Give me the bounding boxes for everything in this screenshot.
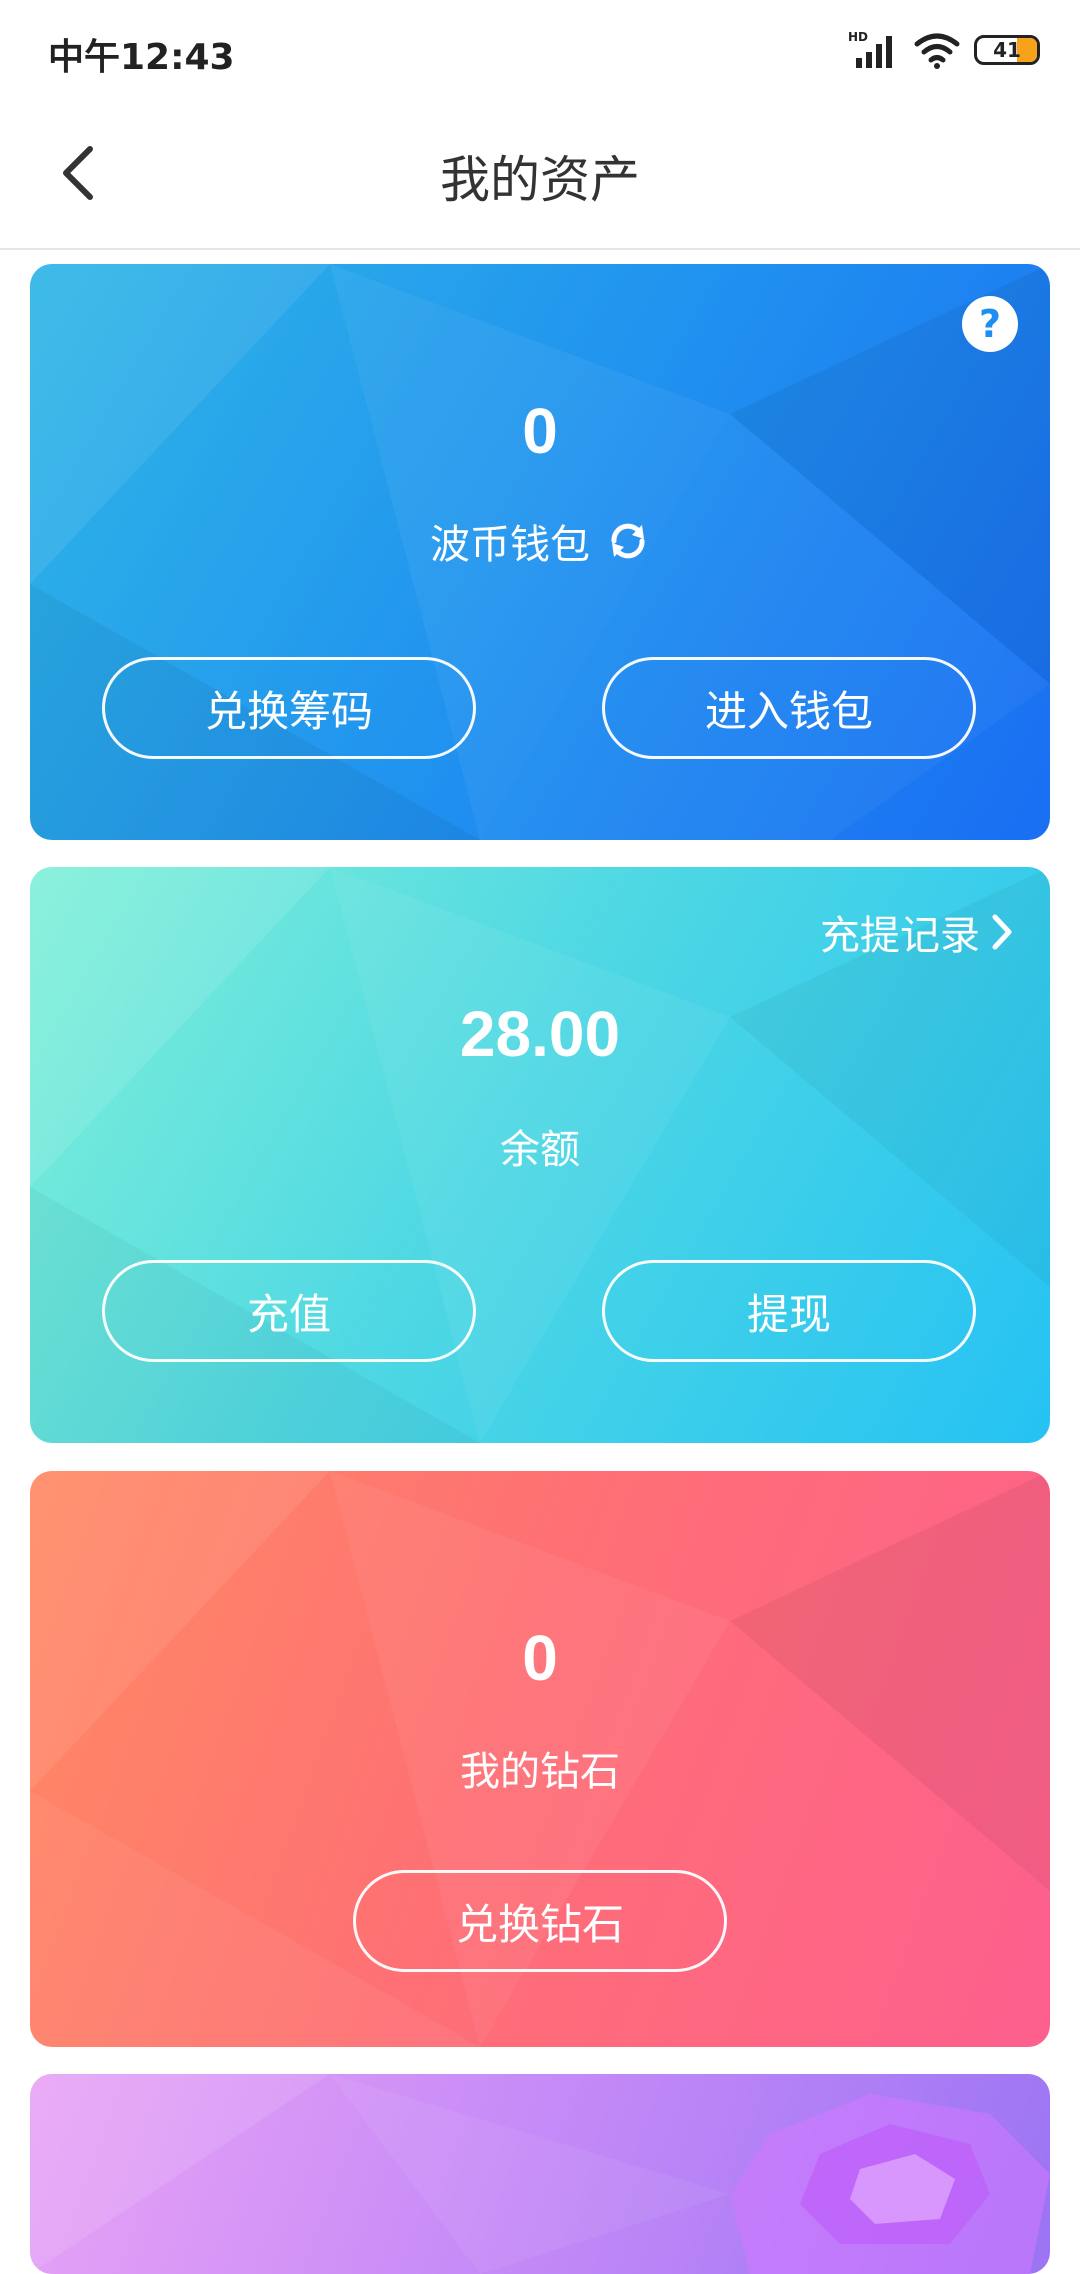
battery-level: 41 xyxy=(993,38,1021,62)
wifi-icon xyxy=(914,33,960,69)
status-icons: HD 41 xyxy=(848,28,1040,72)
wallet-label-row: 波币钱包 xyxy=(30,512,1050,570)
records-link-label: 充提记录 xyxy=(820,913,980,959)
navigation-header: 我的资产 xyxy=(0,100,1080,250)
diamond-card: 0 我的钻石 兑换钻石 xyxy=(30,1471,1050,2047)
wallet-label: 波币钱包 xyxy=(430,522,590,568)
wallet-card: ? 0 波币钱包 兑换筹码 进入钱包 xyxy=(30,264,1050,840)
chevron-right-icon xyxy=(992,914,1012,950)
help-icon[interactable]: ? xyxy=(962,296,1018,352)
page-title: 我的资产 xyxy=(440,151,640,209)
withdraw-button[interactable]: 提现 xyxy=(602,1260,976,1362)
diamond-label: 我的钻石 xyxy=(460,1749,620,1795)
gem-icon xyxy=(730,2094,1050,2274)
exchange-chips-button[interactable]: 兑换筹码 xyxy=(102,657,476,759)
signal-icon: HD xyxy=(848,30,892,68)
status-bar: 中午12:43 HD 41 xyxy=(0,0,1080,100)
balance-card: 充提记录 28.00 余额 充值 提现 xyxy=(30,867,1050,1443)
recharge-button[interactable]: 充值 xyxy=(102,1260,476,1362)
refresh-icon[interactable] xyxy=(606,519,650,563)
svg-text:HD: HD xyxy=(848,30,868,44)
gem-card xyxy=(30,2074,1050,2274)
exchange-diamonds-button[interactable]: 兑换钻石 xyxy=(353,1870,727,1972)
diamond-amount: 0 xyxy=(522,1622,558,1694)
wallet-amount: 0 xyxy=(522,395,558,467)
balance-label: 余额 xyxy=(500,1127,580,1173)
enter-wallet-button[interactable]: 进入钱包 xyxy=(602,657,976,759)
deposit-withdraw-records-link[interactable]: 充提记录 xyxy=(820,903,1014,961)
status-time: 中午12:43 xyxy=(48,37,235,78)
battery-icon: 41 xyxy=(974,35,1040,65)
balance-amount: 28.00 xyxy=(459,998,621,1070)
